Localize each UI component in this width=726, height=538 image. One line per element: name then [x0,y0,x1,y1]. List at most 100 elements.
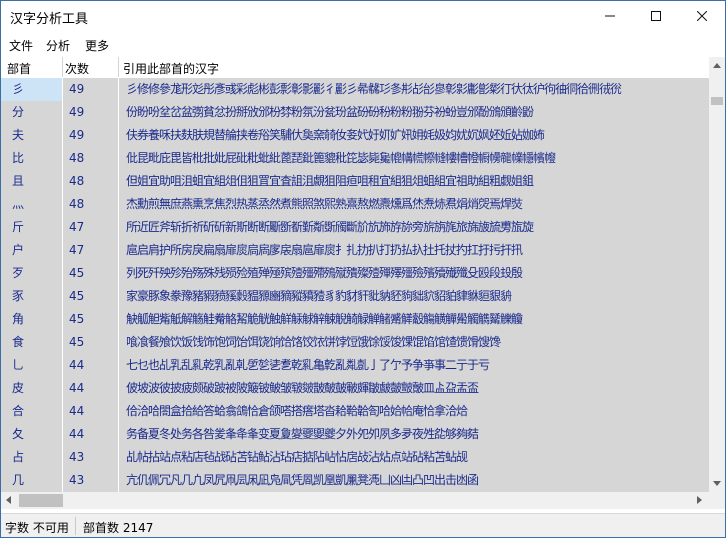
maximize-icon [651,11,661,21]
table-row[interactable]: 豕 45 家豪豚象豢豫豬豭豮豯豰豱豲豳豴豵豶豷豸豹豺豻豼豽豾豿貀貁貂貃貄貅貆貇貈 [1,285,709,308]
menu-analysis[interactable]: 分析 [46,37,70,54]
cell-chars[interactable]: 份盼吩坌岔盆彅貧忿扮掰攽邠枌棼粉氛汾瓫玢盆砏砏秎粉粉翂芬衯蚡豈邠酚鳻頒齡鼢 [119,101,709,124]
table-row[interactable]: 分 49 份盼吩坌岔盆彅貧忿扮掰攽邠枌棼粉氛汾瓫玢盆砏砏秎粉粉翂芬衯蚡豈邠酚鳻頒齡鼢 [1,101,709,124]
cell-radical[interactable]: 夂 [1,423,62,446]
cell-radical[interactable]: 户 [1,239,62,262]
cell-chars[interactable]: 觖觚觛觜觝解觞觟觠觡觢觤觥触觧觨觩觪觫觬觭觮觯觰觱觲觳觴觵觶觷觸觹觺觻觼 [119,308,709,331]
cell-chars[interactable]: 列死歼殃殄殆殇殊残殒殓殖殚殛殡殪殭殢殦殧殨殩殪殫殬殭殮殯殰殱殲殳殴段殶殷 [119,262,709,285]
cell-count[interactable]: 43 [63,446,118,469]
cell-count[interactable]: 44 [63,377,118,400]
table-row[interactable]: 歹 45 列死歼殃殄殆殇殊残殒殓殖殚殛殡殪殭殢殦殧殨殩殪殫殬殭殮殯殰殱殲殳殴段殶殷 [1,262,709,285]
cell-radical[interactable]: 歹 [1,262,62,285]
column-header-radical[interactable]: 部首 [7,60,31,77]
cell-radical[interactable]: 几 [1,469,62,492]
cell-count[interactable]: 49 [63,101,118,124]
title-bar[interactable]: 汉字分析工具 [1,1,725,31]
cell-radical[interactable]: 比 [1,147,62,170]
cell-radical[interactable]: 食 [1,331,62,354]
menu-more[interactable]: 更多 [85,37,109,54]
cell-radical[interactable]: 乚 [1,354,62,377]
cell-chars[interactable]: 所近匠斧斩折祈斫斫新斯断断斸斵斱斳斴斲斶斷斺斻斾斿旀旁旂旃旄旅旆旇旈旉旊旋 [119,216,709,239]
column-header-chars[interactable]: 引用此部首的汉字 [123,60,219,77]
table-row[interactable]: 夫 49 伕券養咊扶麸肤規替䑳挟卷谸笑䮒㐲㚟㚠㚡㚢㚣㚤㚥㚦㚧㚨㚩㚪㚫㚬㚭㚮㚯㚰㚱㚲㚳… [1,124,709,147]
cell-radical[interactable]: 彡 [1,78,62,101]
cell-chars[interactable]: 亢仉佩冗凡几凢凤凥凧凨凩凪凫凬凭凮凯凰凱凲凳凴凵凶凷凸凹出击凼函 [119,469,709,492]
cell-chars[interactable]: 七乜也乩乳乱乿乾乳亂乹乺乻乼乽乾乿亀亁亂亃亄亅了亇予争亊事二亍于亏 [119,354,709,377]
cell-radical[interactable]: 皮 [1,377,62,400]
horizontal-scroll-thumb[interactable] [19,494,63,507]
cell-radical[interactable]: 且 [1,170,62,193]
scroll-right-icon[interactable] [697,496,702,504]
cell-radical[interactable]: 分 [1,101,62,124]
window-title: 汉字分析工具 [10,12,89,27]
cell-chars[interactable]: 喰飡餐飧饮饭饯饰饱饲饴饵饶饷饸饹饺饻饼饽饾饿馀馁馂馃馄馅馆馇馈馉馊馋 [119,331,709,354]
cell-count[interactable]: 45 [63,285,118,308]
close-icon [697,11,707,21]
scroll-left-icon[interactable] [6,496,11,504]
cell-count[interactable]: 45 [63,331,118,354]
status-char-count: 字数 不可用 [5,521,69,535]
cell-count[interactable]: 45 [63,308,118,331]
maximize-button[interactable] [633,1,679,31]
cell-chars[interactable]: 务备夏冬处务各咎夎夆夅夆变夏夐夑夒夓夔夕外夗夘夙多夛夜夝夞够夠夡 [119,423,709,446]
column-header-count[interactable]: 次数 [65,60,89,77]
table-row[interactable]: 角 45 觖觚觛觜觝解觞觟觠觡觢觤觥触觧觨觩觪觫觬觭觮觯觰觱觲觳觴觵觶觷觸觹觺觻觼 [1,308,709,331]
table-row[interactable]: 几 43 亢仉佩冗凡几凢凤凥凧凨凩凪凫凬凭凮凯凰凱凲凳凴凵凶凷凸凹出击凼函 [1,469,709,492]
cell-radical[interactable]: 合 [1,400,62,423]
table-row[interactable]: 斤 47 所近匠斧斩折祈斫斫新斯断断斸斵斱斳斴斲斶斷斺斻斾斿旀旁旂旃旄旅旆旇旈旉旊旋 [1,216,709,239]
cell-radical[interactable]: 豕 [1,285,62,308]
scroll-up-icon[interactable] [713,63,721,68]
table-row[interactable]: 彡 49 彡修修參尨形彣彤彥彧彩彪彬彭彯彰影彲彳彲彡㣇㣈㣉㣊㣋㣌㣍㣎㣏㣐㣑㣒㣓㣔㣕㣖… [1,78,709,101]
column-divider[interactable] [62,57,63,77]
table-row[interactable]: 乚 44 七乜也乩乳乱乿乾乳亂乹乺乻乼乽乾乿亀亁亂亃亄亅了亇予争亊事二亍于亏 [1,354,709,377]
table-row[interactable]: 占 43 乩帖拈站点粘店毡战砧苫钻鲇沾玷痁掂阽岾怗扂敁沾炶点站砧粘苫蛅觇 [1,446,709,469]
table-row[interactable]: 比 48 仳昆毗庇毘皆枇批妣屁砒粃蚍紕蓖琵鈚篦貔秕笓毖毙毚㡙㡚㡛㡜㡝㡞㡟㡠㡡㡢㡣㡤㡥… [1,147,709,170]
table-row[interactable]: 食 45 喰飡餐飧饮饭饯饰饱饲饴饵饶饷饸饹饺饻饼饽饾饿馀馁馂馃馄馅馆馇馈馉馊馋 [1,331,709,354]
cell-chars[interactable]: 仳昆毗庇毘皆枇批妣屁砒粃蚍紕蓖琵鈚篦貔秕笓毖毙毚㡙㡚㡛㡜㡝㡞㡟㡠㡡㡢㡣㡤㡥㡦㡧 [119,147,709,170]
cell-chars[interactable]: 扈启肩护所房戾扁扇扉扊扃扄扅扆扇扈扉扊扌扎扐扒打扔払扖扗托扙扚扛扜扝扞扟 [119,239,709,262]
vertical-scroll-thumb[interactable] [711,97,723,105]
app-window: 汉字分析工具 文件 分析 更多 部首 次数 引用此部首的汉字 彡 49 彡修修參尨形… [0,0,726,538]
horizontal-scrollbar[interactable] [1,492,709,509]
table-row[interactable]: 且 48 但姐宜助咀沮蛆宜組俎伹狙罝宜査詛沮覰狙阻疸咀租宜組狙俎蛆組宜祖助組粗觑姐鉏 [1,170,709,193]
cell-count[interactable]: 47 [63,239,118,262]
menu-file[interactable]: 文件 [9,37,33,54]
cell-radical[interactable]: 角 [1,308,62,331]
table-row[interactable]: 夂 44 务备夏冬处务各咎夎夆夅夆变夏夐夑夒夓夔夕外夗夘夙多夛夜夝夞够夠夡 [1,423,709,446]
cell-count[interactable]: 44 [63,400,118,423]
scroll-down-icon[interactable] [713,481,721,486]
close-button[interactable] [679,1,725,31]
cell-chars[interactable]: 家豪豚象豢豫豬豭豮豯豰豱豲豳豴豵豶豷豸豹豺豻豼豽豾豿貀貁貂貃貄貅貆貇貈 [119,285,709,308]
cell-count[interactable]: 44 [63,354,118,377]
cell-count[interactable]: 49 [63,78,118,101]
status-divider [75,517,76,535]
table-row[interactable]: 灬 48 杰勳煎無庶燕熏烹焦烈热蒸烝然煮熊照煞熙熟熹熬燃燾燻爲烋焘焃焄焆焇焈焉焊焋 [1,193,709,216]
radical-table: 部首 次数 引用此部首的汉字 彡 49 彡修修參尨形彣彤彥彧彩彪彬彭彯彰影彲彳彲彡㣇… [1,57,725,513]
cell-count[interactable]: 47 [63,216,118,239]
cell-count[interactable]: 49 [63,124,118,147]
cell-count[interactable]: 48 [63,193,118,216]
cell-chars[interactable]: 佊坡波彼披疲颇破跛被陂簸铍鲏皱皲皴皵皶皷皸皹皺皻皼皽皾皿盀盁盂盃 [119,377,709,400]
cell-count[interactable]: 45 [63,262,118,285]
cell-count[interactable]: 44 [63,423,118,446]
cell-count[interactable]: 43 [63,469,118,492]
cell-radical[interactable]: 斤 [1,216,62,239]
table-row[interactable]: 合 44 佮洽哈閤盒拾給答蛤翕鴿恰倉颌嗒搭瘩塔沓耠鞈韐匌哈姶帢庵恰拿洽烚 [1,400,709,423]
cell-count[interactable]: 48 [63,170,118,193]
cell-radical[interactable]: 夫 [1,124,62,147]
table-header: 部首 次数 引用此部首的汉字 [1,57,709,77]
vertical-scrollbar[interactable] [709,57,725,492]
cell-chars[interactable]: 伕券養咊扶麸肤規替䑳挟卷谸笑䮒㐲㚟㚠㚡㚢㚣㚤㚥㚦㚧㚨㚩㚪㚫㚬㚭㚮㚯㚰㚱㚲㚳㚴 [119,124,709,147]
minimize-button[interactable] [587,1,633,31]
cell-chars[interactable]: 彡修修參尨形彣彤彥彧彩彪彬彭彯彰影彲彳彲彡㣇㣈㣉㣊㣋㣌㣍㣎㣏㣐㣑㣒㣓㣔㣕㣖㣗㣘㣙… [119,78,709,101]
cell-chars[interactable]: 佮洽哈閤盒拾給答蛤翕鴿恰倉颌嗒搭瘩塔沓耠鞈韐匌哈姶帢庵恰拿洽烚 [119,400,709,423]
cell-count[interactable]: 48 [63,147,118,170]
cell-chars[interactable]: 乩帖拈站点粘店毡战砧苫钻鲇沾玷痁掂阽岾怗扂敁沾炶点站砧粘苫蛅觇 [119,446,709,469]
cell-chars[interactable]: 但姐宜助咀沮蛆宜組俎伹狙罝宜査詛沮覰狙阻疸咀租宜組狙俎蛆組宜祖助組粗觑姐鉏 [119,170,709,193]
cell-chars[interactable]: 杰勳煎無庶燕熏烹焦烈热蒸烝然煮熊照煞熙熟熹熬燃燾燻爲烋焘焃焄焆焇焈焉焊焋 [119,193,709,216]
cell-radical[interactable]: 占 [1,446,62,469]
table-row[interactable]: 户 47 扈启肩护所房戾扁扇扉扊扃扄扅扆扇扈扉扊扌扎扐扒打扔払扖扗托扙扚扛扜扝扞扟 [1,239,709,262]
column-divider[interactable] [118,57,119,77]
table-row[interactable]: 皮 44 佊坡波彼披疲颇破跛被陂簸铍鲏皱皲皴皵皶皷皸皹皺皻皼皽皾皿盀盁盂盃 [1,377,709,400]
cell-radical[interactable]: 灬 [1,193,62,216]
